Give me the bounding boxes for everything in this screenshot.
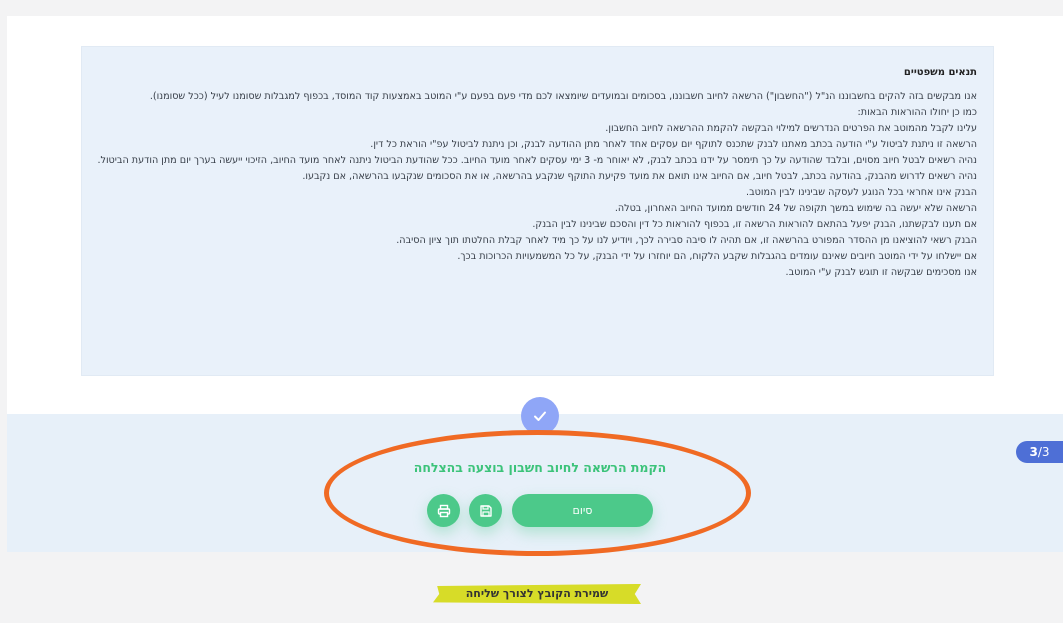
legal-line: עלינו לקבל מהמוטב את הפרטים הנדרשים למיל…	[605, 123, 977, 134]
finish-button[interactable]: סיום	[512, 494, 653, 527]
legal-line: הבנק אינו אחראי בכל הנוגע לעסקה שבינינו …	[746, 187, 977, 198]
legal-line: אם תענו לבקשתנו, הבנק יפעל בהתאם להוראות…	[532, 219, 977, 230]
legal-line: נהיה רשאים לדרוש מהבנק, בהודעה בכתב, לבט…	[302, 171, 977, 182]
legal-line: הבנק רשאי להוציאנו מן ההסדר המפורט בהרשא…	[396, 235, 977, 246]
step-current: 3	[1029, 445, 1038, 459]
legal-line: כמו כן יחולו ההוראות הבאות:	[857, 107, 977, 118]
legal-line: אנו מסכימים שבקשה זו תוגש לבנק ע"י המוטב…	[785, 267, 977, 278]
step-indicator: 3/3	[1016, 441, 1063, 463]
legal-line: הרשאה זו ניתנת לביטול ע"י הודעה בכתב מאת…	[370, 139, 977, 150]
completion-panel	[7, 414, 1063, 552]
step-total: /3	[1037, 445, 1050, 459]
legal-line: אנו מבקשים בזה להקים בחשבוננו הנ"ל ("החש…	[149, 91, 977, 102]
print-button[interactable]	[427, 494, 460, 527]
annotation-caption: שמירת הקובץ לצורך שליחה	[465, 587, 609, 600]
legal-line: אם יישלחו על ידי המוטב חיובים שאינם עומד…	[457, 251, 977, 262]
legal-line: נהיה רשאים לבטל חיוב מסוים, ובלבד שהודעה…	[97, 155, 977, 166]
legal-line: הרשאה שלא יעשה בה שימוש במשך תקופה של 24…	[614, 203, 977, 214]
legal-terms-box: תנאים משפטיים אנו מבקשים בזה להקים בחשבו…	[81, 46, 994, 376]
legal-title: תנאים משפטיים	[903, 67, 977, 78]
success-message: הקמת הרשאה לחיוב חשבון בוצעה בהצלחה	[413, 460, 667, 475]
check-icon	[521, 397, 559, 435]
save-button[interactable]	[469, 494, 502, 527]
print-icon	[437, 504, 450, 517]
save-icon	[479, 504, 492, 517]
